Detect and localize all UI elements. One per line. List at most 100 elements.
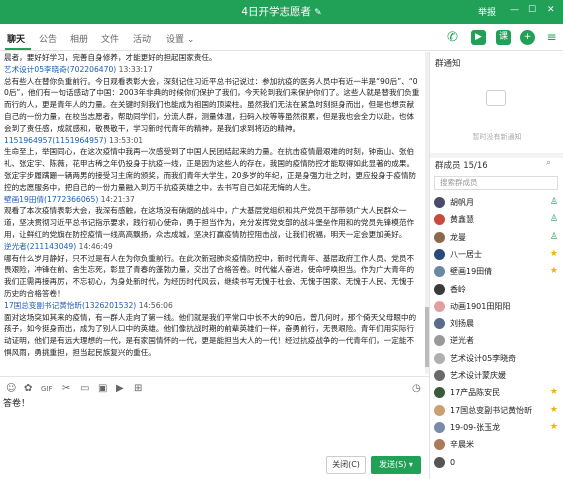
gif-icon[interactable]: GIF	[41, 385, 53, 393]
member-item[interactable]: 八一居士 ★	[434, 247, 560, 263]
history-icon[interactable]: ◷	[412, 383, 421, 394]
avatar[interactable]	[434, 352, 445, 364]
avatar[interactable]	[434, 248, 445, 260]
tab-files[interactable]: 文件	[101, 32, 119, 45]
message-time: 13:53:01	[109, 135, 144, 145]
tab-album[interactable]: 相册	[70, 32, 88, 45]
add-icon[interactable]: +	[520, 30, 535, 45]
notice-empty-text: 暂时没有新通知	[472, 133, 522, 141]
more-icon[interactable]: ≡	[544, 30, 559, 45]
member-item[interactable]: 刘扬晨	[434, 316, 560, 332]
avatar[interactable]	[434, 300, 445, 312]
tab-settings[interactable]: 设置 ⌄	[166, 32, 194, 45]
sender-id[interactable]: (702206470)	[67, 65, 116, 74]
avatar[interactable]	[434, 214, 445, 226]
divider	[430, 153, 563, 158]
member-item[interactable]: 17国总变副书记黄怡昕 ★	[434, 403, 560, 419]
screenshot-icon[interactable]: ⊞	[134, 383, 142, 394]
member-name: 17产品陈安民	[450, 388, 501, 398]
video-call-icon[interactable]: ▶	[471, 30, 486, 45]
member-search-input[interactable]: 搜索群成员	[434, 176, 558, 190]
tab-chat[interactable]: 聊天	[7, 32, 25, 45]
member-item[interactable]: 动画1901田阳阳	[434, 299, 560, 315]
avatar[interactable]	[434, 421, 445, 433]
avatar[interactable]	[434, 197, 445, 208]
sender-id[interactable]: (1772366065)	[44, 195, 98, 204]
tab-notice[interactable]: 公告	[39, 32, 57, 45]
sender-id[interactable]: (1326201532)	[82, 301, 136, 310]
member-name: 逆光者	[450, 336, 474, 346]
avatar[interactable]	[434, 283, 445, 295]
sender-name[interactable]: 艺术设计05李晓奇	[4, 65, 67, 74]
folder-icon[interactable]: ▭	[80, 383, 89, 394]
star-icon: ★	[549, 248, 558, 259]
member-item[interactable]: 艺术设计蒙庆媛	[434, 368, 560, 384]
avatar[interactable]	[434, 266, 445, 278]
chevron-down-icon[interactable]: ▾	[409, 460, 413, 469]
avatar[interactable]	[434, 231, 445, 243]
member-item[interactable]: 壁画19田倩 ★	[434, 264, 560, 280]
message-text: 晨者，要好好学习，完善自身修养，才能更好的担起国家责任。	[4, 53, 217, 62]
sender-name[interactable]: 壁画19田倩	[4, 195, 44, 204]
close-button[interactable]: 关闭(C)	[326, 456, 366, 474]
sender-id[interactable]: (211143049)	[27, 242, 76, 251]
member-item[interactable]: 0	[434, 455, 560, 471]
sticker-icon[interactable]: ✿	[24, 383, 32, 394]
search-icon[interactable]: ⌕	[546, 158, 551, 168]
member-item[interactable]: 黄鑫慧 ♙	[434, 212, 560, 228]
members-title: 群成员 15/16	[435, 161, 488, 171]
message-header: 壁画19田倩(1772366065) 14:21:37	[4, 194, 421, 206]
message-list[interactable]: 晨者，要好好学习，完善自身修养，才能更好的担起国家责任。 艺术设计05李晓奇(7…	[0, 52, 425, 374]
avatar[interactable]	[434, 404, 445, 416]
message-time: 14:46:49	[78, 241, 113, 251]
member-item[interactable]: 香岭	[434, 282, 560, 298]
member-item[interactable]: 艺术设计05李晓奇	[434, 351, 560, 367]
close-icon[interactable]: ✕	[547, 5, 555, 15]
tab-activity[interactable]: 活动	[133, 32, 151, 45]
message: 1151964957(1151964957) 13:53:01 生命至上，举国同…	[4, 135, 421, 194]
star-icon: ★	[549, 421, 558, 432]
maximize-icon[interactable]: ☐	[528, 5, 536, 15]
video-icon[interactable]: ▶	[116, 383, 124, 394]
report-link[interactable]: 举报	[478, 5, 496, 18]
emoji-icon[interactable]: ☺	[6, 383, 16, 394]
message: 17国总变副书记黄怡昕(1326201532) 14:56:06 面对这场突如其…	[4, 300, 421, 359]
message-text: 哪有什么岁月静好，只不过是有人在为你负重前行。在此次新冠肺炎疫情防控中，新时代青…	[4, 253, 415, 298]
member-name: 艺术设计05李晓奇	[450, 353, 517, 363]
minimize-icon[interactable]: —	[510, 5, 519, 15]
member-item[interactable]: 辛晨米	[434, 437, 560, 453]
edit-icon[interactable]: ✎	[314, 8, 322, 18]
avatar[interactable]	[434, 370, 445, 381]
sender-name[interactable]: 1151964957	[4, 136, 52, 145]
message-input[interactable]: 答卷！	[3, 396, 30, 409]
classroom-icon[interactable]: 课	[496, 30, 511, 45]
sender-id[interactable]: (1151964957)	[52, 136, 106, 145]
avatar[interactable]	[434, 387, 445, 399]
person-icon: ♙	[549, 214, 558, 225]
member-item[interactable]: 逆光者	[434, 333, 560, 349]
send-button[interactable]: 发送(S) ▾	[371, 456, 421, 474]
member-name: 动画1901田阳阳	[450, 301, 511, 311]
message-header: 17国总变副书记黄怡昕(1326201532) 14:56:06	[4, 300, 421, 312]
message-time: 13:33:17	[118, 64, 153, 74]
message-header: 1151964957(1151964957) 13:53:01	[4, 135, 421, 147]
voice-call-icon[interactable]: ✆	[445, 30, 460, 45]
message-text: 面对这场突如其来的疫情，有一群人走向了第一线。他们就是我们平常口中长不大的90后…	[4, 312, 417, 357]
member-item[interactable]: 龙曼 ♙	[434, 230, 560, 246]
sender-name[interactable]: 17国总变副书记黄怡昕	[4, 301, 82, 310]
message-time: 14:21:37	[100, 194, 135, 204]
sender-name[interactable]: 逆光者	[4, 242, 27, 251]
member-item[interactable]: 胡帆月 ♙	[434, 195, 560, 211]
message-time: 14:56:06	[138, 300, 173, 310]
member-name: 胡帆月	[450, 198, 474, 207]
member-item[interactable]: 17产品陈安民 ★	[434, 385, 560, 401]
notice-empty-icon	[486, 90, 506, 106]
image-icon[interactable]: ▣	[98, 383, 107, 394]
member-item[interactable]: 19-09-张玉龙 ★	[434, 420, 560, 436]
avatar[interactable]	[434, 439, 445, 451]
avatar[interactable]	[434, 318, 445, 330]
avatar[interactable]	[434, 456, 445, 468]
avatar[interactable]	[434, 335, 445, 347]
cut-icon[interactable]: ✂	[62, 383, 70, 394]
member-name: 龙曼	[450, 232, 466, 242]
